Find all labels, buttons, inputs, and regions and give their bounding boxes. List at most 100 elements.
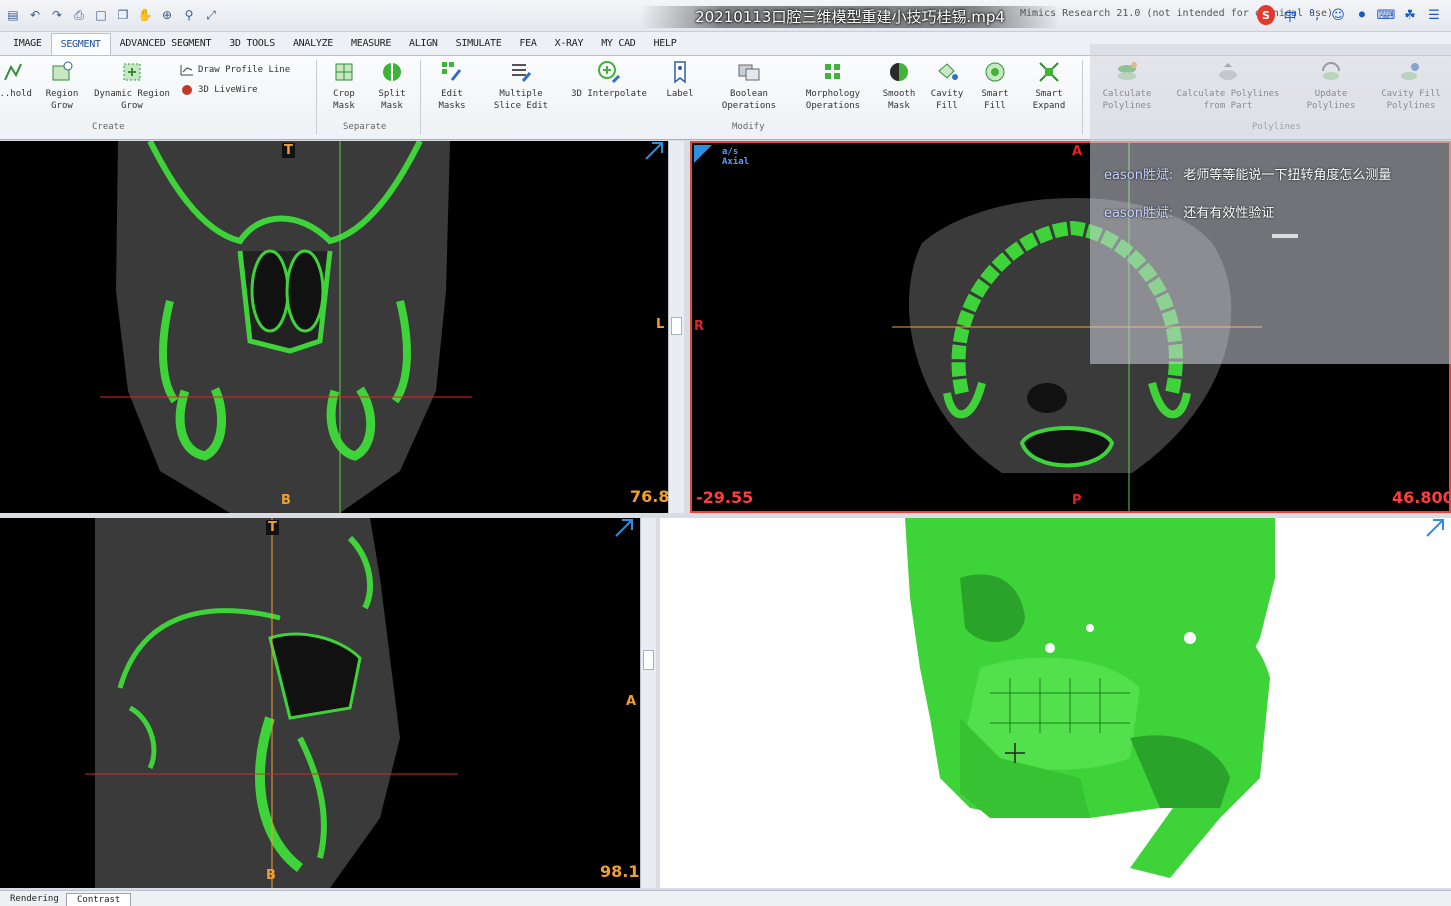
update-polylines-button[interactable]: Update Polylines xyxy=(1298,60,1364,112)
sagittal-image xyxy=(85,518,633,888)
sagittal-viewport[interactable]: T B A 98.1 xyxy=(0,518,640,888)
tab-my-cad[interactable]: MY CAD xyxy=(592,33,644,55)
draw-profile-line-button[interactable]: Draw Profile Line xyxy=(180,64,290,76)
sagittal-scroll-thumb[interactable] xyxy=(643,650,654,670)
sagittal-scrollbar[interactable] xyxy=(640,518,656,888)
chat-collapse-handle[interactable] xyxy=(1272,234,1298,238)
zoom-icon[interactable]: ⊕ xyxy=(158,6,176,24)
chat-username: eason胜斌: xyxy=(1104,206,1174,221)
tab-x-ray[interactable]: X-RAY xyxy=(546,33,593,55)
cavity-fill-polylines-icon xyxy=(1399,60,1423,84)
tab-3d-tools[interactable]: 3D TOOLS xyxy=(220,33,284,55)
ribbon-tabs: IMAGE SEGMENT ADVANCED SEGMENT 3D TOOLS … xyxy=(0,32,1451,56)
group-separator xyxy=(1082,60,1083,134)
copy-icon[interactable]: ❐ xyxy=(114,6,132,24)
fit-icon[interactable]: ⤢ xyxy=(202,6,220,24)
crop-mask-icon xyxy=(332,60,356,84)
axial-orientation-menu[interactable]: a/s Axial xyxy=(722,147,749,167)
interpolate-3d-button[interactable]: 3D Interpolate xyxy=(564,60,654,100)
keyboard-icon[interactable]: ⌨ xyxy=(1377,5,1396,25)
mic-icon[interactable]: ⚫ xyxy=(1353,5,1371,25)
group-separator xyxy=(316,60,317,134)
tab-analyze[interactable]: ANALYZE xyxy=(284,33,342,55)
threshold-button[interactable]: ...hold xyxy=(0,60,32,100)
chinese-input-icon[interactable]: 中 xyxy=(1281,5,1299,25)
group-label-create: Create xyxy=(92,122,125,132)
tab-segment[interactable]: SEGMENT xyxy=(50,33,111,55)
tab-rendering[interactable]: Rendering xyxy=(0,893,69,906)
emoji-icon[interactable]: ☺ xyxy=(1329,5,1347,25)
group-separator xyxy=(420,60,421,134)
bottom-panel-tabs: Rendering Contrast xyxy=(0,890,1451,906)
chat-username: eason胜斌: xyxy=(1104,168,1174,183)
search-icon[interactable]: ⚲ xyxy=(180,6,198,24)
morphology-operations-icon xyxy=(821,60,845,84)
boolean-operations-button[interactable]: Boolean Operations xyxy=(712,60,786,112)
group-label-separate: Separate xyxy=(343,122,387,132)
calculate-polylines-from-part-button[interactable]: Calculate Polylines from Part xyxy=(1168,60,1288,112)
smart-fill-icon xyxy=(983,60,1007,84)
livewire-button[interactable]: 3D LiveWire xyxy=(180,84,258,96)
dynamic-region-grow-button[interactable]: Dynamic Region Grow xyxy=(88,60,176,112)
split-mask-button[interactable]: Split Mask xyxy=(372,60,412,112)
tab-simulate[interactable]: SIMULATE xyxy=(447,33,511,55)
chat-message: eason胜斌: 老师等等能说一下扭转角度怎么测量 xyxy=(1104,164,1391,183)
crop-mask-button[interactable]: Crop Mask xyxy=(326,60,362,112)
multiple-slice-edit-button[interactable]: Multiple Slice Edit xyxy=(486,60,556,112)
save-icon[interactable]: ▤ xyxy=(4,6,22,24)
cavity-fill-button[interactable]: Cavity Fill xyxy=(926,60,968,112)
axial-label-bottom: P xyxy=(1072,493,1082,508)
group-label-modify: Modify xyxy=(732,122,765,132)
punctuation-icon[interactable]: °, xyxy=(1305,5,1323,25)
tab-image[interactable]: IMAGE xyxy=(4,33,51,55)
smart-expand-icon xyxy=(1037,60,1061,84)
tab-advanced-segment[interactable]: ADVANCED SEGMENT xyxy=(111,33,221,55)
smart-fill-button[interactable]: Smart Fill xyxy=(974,60,1016,112)
axial-image xyxy=(694,143,1262,511)
coronal-label-bottom: B xyxy=(281,493,291,508)
axial-viewport[interactable]: a/s Axial A P R -29.55 46.800 xyxy=(690,141,1451,513)
label-button[interactable]: Label xyxy=(662,60,698,100)
redo-icon[interactable]: ↷ xyxy=(48,6,66,24)
label-icon xyxy=(668,60,692,84)
dynamic-region-grow-icon xyxy=(120,60,144,84)
cavity-fill-polylines-button[interactable]: Cavity Fill Polylines xyxy=(1372,60,1450,112)
crop-icon[interactable]: □ xyxy=(92,6,110,24)
undo-icon[interactable]: ↶ xyxy=(26,6,44,24)
menu-icon[interactable]: ☰ xyxy=(1425,5,1443,25)
tab-contrast[interactable]: Contrast xyxy=(66,893,132,906)
edit-masks-button[interactable]: Edit Masks xyxy=(432,60,472,112)
coronal-viewport[interactable]: T B L 76.8 xyxy=(0,141,668,513)
coronal-image xyxy=(100,141,663,513)
tab-fea[interactable]: FEA xyxy=(510,33,545,55)
coronal-label-right: L xyxy=(656,317,665,332)
title-bar: ▤ ↶ ↷ ⎙ □ ❐ ✋ ⊕ ⚲ ⤢ 20210113口腔三维模型重建小技巧桂… xyxy=(0,0,1451,32)
ribbon: ...hold Region Grow Dynamic Region Grow … xyxy=(0,56,1451,140)
3d-viewport[interactable] xyxy=(660,518,1451,888)
smooth-mask-button[interactable]: Smooth Mask xyxy=(878,60,920,112)
tab-align[interactable]: ALIGN xyxy=(400,33,447,55)
quick-access-toolbar: ▤ ↶ ↷ ⎙ □ ❐ ✋ ⊕ ⚲ ⤢ xyxy=(4,6,220,24)
print-icon[interactable]: ⎙ xyxy=(70,6,88,24)
app-window: ▤ ↶ ↷ ⎙ □ ❐ ✋ ⊕ ⚲ ⤢ 20210113口腔三维模型重建小技巧桂… xyxy=(0,0,1451,906)
smart-expand-button[interactable]: Smart Expand xyxy=(1026,60,1072,112)
calculate-polylines-button[interactable]: Calculate Polylines xyxy=(1094,60,1160,112)
tab-help[interactable]: HELP xyxy=(645,33,686,55)
multiple-slice-edit-icon xyxy=(509,60,533,84)
calculate-polylines-from-part-icon xyxy=(1216,60,1240,84)
boolean-operations-icon xyxy=(737,60,761,84)
skin-icon[interactable]: ☘ xyxy=(1401,5,1419,25)
hand-icon[interactable]: ✋ xyxy=(136,6,154,24)
axial-value-right: 46.800 xyxy=(1392,488,1451,507)
video-title: 20210113口腔三维模型重建小技巧桂锡.mp4 xyxy=(640,6,1060,28)
sogou-icon[interactable]: S xyxy=(1257,5,1275,25)
coronal-scrollbar[interactable] xyxy=(668,141,684,513)
coronal-scroll-thumb[interactable] xyxy=(671,317,682,335)
region-grow-button[interactable]: Region Grow xyxy=(38,60,86,112)
interpolate-3d-icon xyxy=(597,60,621,84)
morphology-operations-button[interactable]: Morphology Operations xyxy=(798,60,868,112)
edit-masks-icon xyxy=(440,60,464,84)
group-label-polylines: Polylines xyxy=(1252,122,1301,132)
chat-text: 老师等等能说一下扭转角度怎么测量 xyxy=(1183,168,1392,183)
tab-measure[interactable]: MEASURE xyxy=(342,33,400,55)
